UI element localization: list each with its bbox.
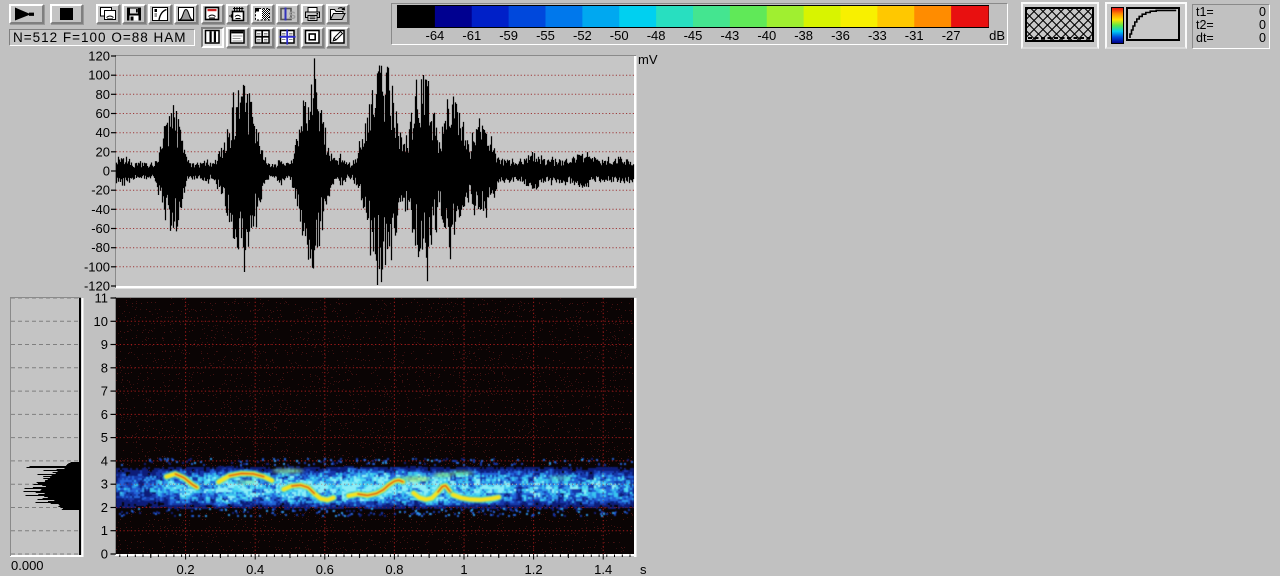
- svg-text:0: 0: [103, 164, 110, 179]
- svg-text:-60: -60: [91, 221, 110, 236]
- svg-text:80: 80: [96, 87, 110, 102]
- svg-text:-31: -31: [905, 28, 924, 43]
- svg-text:mV: mV: [638, 52, 658, 67]
- svg-text:0.000: 0.000: [11, 558, 44, 573]
- svg-text:0: 0: [101, 547, 108, 562]
- svg-text:-36: -36: [831, 28, 850, 43]
- svg-text:-55: -55: [536, 28, 555, 43]
- svg-text:100: 100: [88, 68, 110, 83]
- svg-text:11: 11: [95, 291, 109, 306]
- svg-text:0.2: 0.2: [177, 562, 195, 576]
- svg-text:1: 1: [460, 562, 467, 576]
- svg-text:-50: -50: [610, 28, 629, 43]
- svg-text:4: 4: [101, 453, 108, 468]
- svg-text:-27: -27: [942, 28, 961, 43]
- svg-text:1.4: 1.4: [594, 562, 612, 576]
- svg-text:-38: -38: [794, 28, 813, 43]
- svg-text:5: 5: [101, 430, 108, 445]
- svg-text:-59: -59: [499, 28, 518, 43]
- svg-text:3: 3: [101, 477, 108, 492]
- svg-text:-64: -64: [426, 28, 445, 43]
- svg-text:0.8: 0.8: [385, 562, 403, 576]
- svg-text:-52: -52: [573, 28, 592, 43]
- svg-text:7: 7: [101, 384, 108, 399]
- svg-text:20: 20: [96, 144, 110, 159]
- svg-text:10: 10: [94, 314, 108, 329]
- svg-text:8: 8: [101, 360, 108, 375]
- svg-text:60: 60: [96, 106, 110, 121]
- svg-text:-45: -45: [684, 28, 703, 43]
- svg-text:-43: -43: [721, 28, 740, 43]
- svg-text:-40: -40: [91, 202, 110, 217]
- svg-text:-48: -48: [647, 28, 666, 43]
- svg-text:120: 120: [88, 49, 110, 64]
- svg-text:2: 2: [101, 500, 108, 515]
- svg-text:6: 6: [101, 407, 108, 422]
- svg-text:-33: -33: [868, 28, 887, 43]
- svg-text:9: 9: [101, 337, 108, 352]
- svg-text:0.6: 0.6: [316, 562, 334, 576]
- svg-text:0.4: 0.4: [246, 562, 264, 576]
- svg-text:-100: -100: [84, 259, 110, 274]
- svg-text:dB: dB: [989, 28, 1005, 43]
- svg-text:1: 1: [101, 523, 108, 538]
- svg-text:-61: -61: [462, 28, 481, 43]
- svg-text:-20: -20: [91, 183, 110, 198]
- svg-text:-40: -40: [757, 28, 776, 43]
- svg-text:1.2: 1.2: [525, 562, 543, 576]
- svg-text:s: s: [640, 562, 647, 576]
- svg-text:40: 40: [96, 125, 110, 140]
- svg-text:-80: -80: [91, 240, 110, 255]
